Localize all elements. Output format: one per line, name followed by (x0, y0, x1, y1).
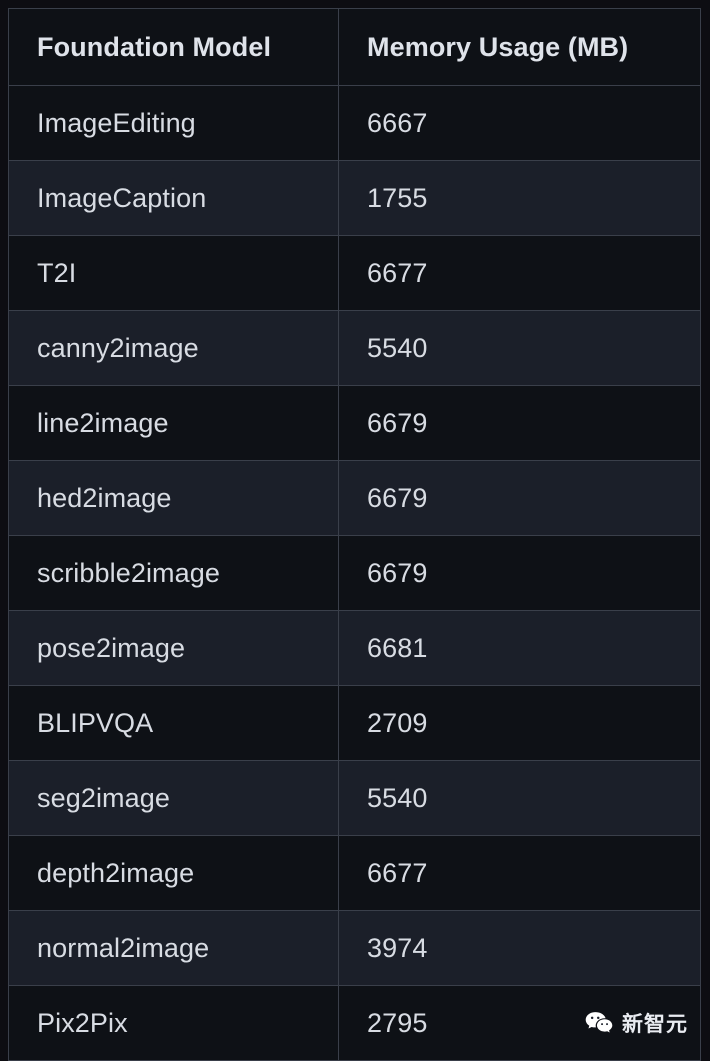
cell-memory-usage: 6677 (338, 835, 701, 911)
cell-memory-usage: 3974 (338, 910, 701, 986)
cell-foundation-model: ImageCaption (8, 160, 339, 236)
table-row: scribble2image 6679 (8, 535, 701, 611)
column-header-foundation-model: Foundation Model (8, 8, 339, 86)
cell-foundation-model: line2image (8, 385, 339, 461)
cell-foundation-model: Pix2Pix (8, 985, 339, 1061)
cell-foundation-model: BLIPVQA (8, 685, 339, 761)
cell-foundation-model: seg2image (8, 760, 339, 836)
column-header-memory-usage: Memory Usage (MB) (338, 8, 701, 86)
cell-memory-usage: 6679 (338, 535, 701, 611)
cell-memory-usage: 6681 (338, 610, 701, 686)
table-row: seg2image 5540 (8, 760, 701, 836)
cell-foundation-model: pose2image (8, 610, 339, 686)
cell-memory-usage: 6679 (338, 460, 701, 536)
table-header: Foundation Model Memory Usage (MB) (8, 8, 701, 86)
cell-memory-usage: 5540 (338, 310, 701, 386)
table-body: ImageEditing 6667 ImageCaption 1755 T2I 6677 c… (8, 85, 701, 1061)
table-row: depth2image 6677 (8, 835, 701, 911)
cell-memory-usage: 2709 (338, 685, 701, 761)
table-row: ImageEditing 6667 (8, 85, 701, 161)
table-header-row: Foundation Model Memory Usage (MB) (8, 8, 701, 86)
table-row: T2I 6677 (8, 235, 701, 311)
cell-foundation-model: canny2image (8, 310, 339, 386)
table-row: line2image 6679 (8, 385, 701, 461)
table-row: normal2image 3974 (8, 910, 701, 986)
cell-foundation-model: depth2image (8, 835, 339, 911)
cell-memory-usage: 5540 (338, 760, 701, 836)
cell-memory-usage: 2795 (338, 985, 701, 1061)
cell-foundation-model: T2I (8, 235, 339, 311)
table-row: BLIPVQA 2709 (8, 685, 701, 761)
cell-memory-usage: 6667 (338, 85, 701, 161)
table-row: Pix2Pix 2795 (8, 985, 701, 1061)
table-row: hed2image 6679 (8, 460, 701, 536)
cell-foundation-model: scribble2image (8, 535, 339, 611)
cell-foundation-model: ImageEditing (8, 85, 339, 161)
table-row: canny2image 5540 (8, 310, 701, 386)
table-row: pose2image 6681 (8, 610, 701, 686)
memory-usage-table-container: Foundation Model Memory Usage (MB) Image… (8, 8, 701, 1061)
cell-memory-usage: 6679 (338, 385, 701, 461)
cell-memory-usage: 6677 (338, 235, 701, 311)
cell-foundation-model: normal2image (8, 910, 339, 986)
memory-usage-table: Foundation Model Memory Usage (MB) Image… (8, 8, 701, 1061)
cell-memory-usage: 1755 (338, 160, 701, 236)
cell-foundation-model: hed2image (8, 460, 339, 536)
table-row: ImageCaption 1755 (8, 160, 701, 236)
